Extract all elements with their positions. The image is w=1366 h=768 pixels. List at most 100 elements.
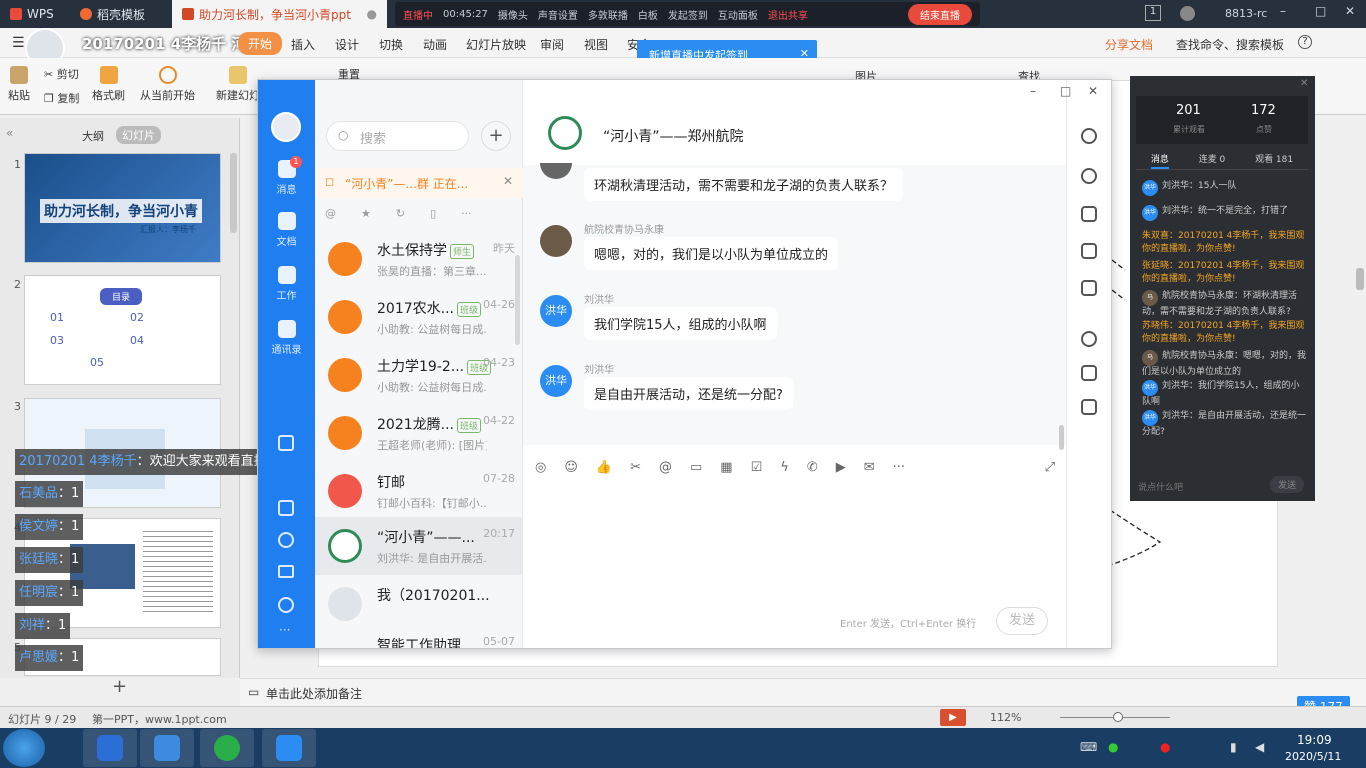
thumbs-up-icon[interactable]: 👍	[596, 460, 612, 475]
volume-icon[interactable]: ◀	[1255, 740, 1264, 754]
tab-slides[interactable]: 幻灯片	[116, 126, 161, 144]
canvas-scrollbar[interactable]	[1356, 268, 1364, 290]
folder-icon[interactable]: ▭	[690, 460, 702, 475]
close-icon[interactable]: ✕	[1300, 78, 1308, 89]
cut-button[interactable]: ✂ 剪切	[44, 66, 79, 82]
lightning-icon[interactable]	[278, 500, 294, 516]
gif-icon[interactable]: ◎	[535, 460, 546, 475]
live-item-signin[interactable]: 发起签到	[668, 7, 708, 22]
list-item[interactable]: 智能工作助理 05-07	[315, 633, 523, 648]
tab-outline[interactable]: 大纲	[82, 128, 104, 144]
keyboard-icon[interactable]: ⌨	[1080, 740, 1097, 754]
list-item[interactable]: 钉邮 钉邮小百科:【钉邮小... 07-28	[315, 462, 523, 520]
nav-contacts[interactable]: 通讯录	[258, 320, 315, 356]
list-item[interactable]: 水土保持学 师生 张昊的直播：第三章... 昨天	[315, 230, 523, 288]
start-button[interactable]	[3, 729, 45, 767]
mail-icon[interactable]	[278, 565, 294, 578]
live-item-multi[interactable]: 多敦联播	[588, 7, 628, 22]
tab-wps[interactable]: WPS	[0, 0, 70, 28]
history-icon[interactable]	[1081, 168, 1097, 184]
message-input[interactable]	[523, 485, 1066, 605]
live-icon[interactable]	[1081, 280, 1097, 296]
notebook-icon[interactable]	[1081, 365, 1097, 381]
video-icon[interactable]: ▶	[836, 460, 846, 475]
announcement-icon[interactable]	[1081, 243, 1097, 259]
live-item-camera[interactable]: 摄像头	[498, 7, 528, 22]
copy-button[interactable]: ❐ 复制	[44, 90, 79, 106]
chat-scrollbar[interactable]	[1059, 425, 1064, 450]
menu-design[interactable]: 设计	[335, 36, 359, 53]
wechat-tray-icon[interactable]: ●	[1108, 740, 1118, 754]
doc-icon[interactable]: ▯	[430, 207, 436, 220]
taskbar-dingtalk[interactable]	[262, 729, 316, 767]
slide-thumbnail-2[interactable]: 目录 01 02 03 04 05	[24, 275, 221, 385]
play-button[interactable]: ▶	[940, 709, 966, 726]
tab-messages[interactable]: 消息	[1150, 148, 1169, 169]
close-icon[interactable]: ✕	[1088, 84, 1098, 98]
minimize-icon[interactable]: –	[1030, 84, 1036, 98]
menu-view[interactable]: 视图	[584, 36, 608, 53]
mail-icon[interactable]: ✉	[864, 460, 875, 475]
list-item[interactable]: 土力学19-2... 班级 小助教: 公益树每日成... 04-23	[315, 346, 523, 404]
menu-slideshow[interactable]: 幻灯片放映	[466, 36, 526, 53]
tab-mic[interactable]: 连麦 0	[1199, 148, 1226, 169]
live-item-sound[interactable]: 声音设置	[538, 7, 578, 22]
avatar[interactable]	[1180, 6, 1195, 21]
menu-animation[interactable]: 动画	[423, 36, 447, 53]
folder-icon[interactable]	[1081, 206, 1097, 222]
group-manage-icon[interactable]	[1081, 331, 1097, 347]
search-input[interactable]: ○ 搜索	[326, 121, 469, 151]
pinned-live-banner[interactable]: ◻ “河小青”—...群 正在... ✕	[315, 168, 523, 198]
tab-start[interactable]: 开始	[238, 32, 283, 55]
menu-transition[interactable]: 切换	[379, 36, 403, 53]
emoji-icon[interactable]: ☺	[564, 460, 578, 475]
live-item-exit-share[interactable]: 退出共享	[768, 7, 808, 22]
format-painter-button[interactable]: 格式刷	[92, 66, 125, 103]
scissors-icon[interactable]: ✂	[630, 460, 641, 475]
collapse-icon[interactable]: «	[6, 126, 13, 140]
phone-icon[interactable]	[278, 532, 294, 548]
close-window-icon[interactable]: ✕	[1345, 4, 1355, 18]
more-icon[interactable]: ···	[893, 460, 905, 475]
lightning-icon[interactable]: ϟ	[780, 460, 789, 475]
more-icon[interactable]: ···	[461, 207, 472, 220]
list-item-selected[interactable]: “河小青”——... 刘洪华: 是自由开展活... 20:17	[315, 517, 523, 575]
minimize-icon[interactable]: –	[1280, 4, 1286, 18]
taskbar-wechat[interactable]	[200, 729, 254, 767]
live-item-interact[interactable]: 互动面板	[718, 7, 758, 22]
taskbar-phone[interactable]	[140, 729, 194, 767]
refresh-icon[interactable]: ↻	[396, 207, 405, 220]
live-item-whiteboard[interactable]: 白板	[638, 7, 658, 22]
window-count-icon[interactable]: 1	[1145, 5, 1161, 21]
list-item[interactable]: 2021龙腾... 班级 王超老师(老师): [图片] 04-22	[315, 404, 523, 462]
tab-daoke[interactable]: 稻壳模板	[70, 0, 170, 28]
list-scrollbar[interactable]	[515, 255, 520, 345]
tab-document[interactable]: 助力河长制，争当河小青ppt ●	[172, 0, 387, 28]
end-live-button[interactable]: 结束直播	[908, 3, 972, 25]
calendar-icon[interactable]: ▦	[720, 460, 732, 475]
thumbnail-scrollbar[interactable]	[230, 153, 237, 233]
share-doc-button[interactable]: 分享文档	[1105, 36, 1153, 53]
checkbox-icon[interactable]: ☑	[751, 460, 763, 475]
hamburger-icon[interactable]: ☰	[12, 35, 25, 51]
more-icon[interactable]: ···	[279, 623, 290, 637]
nav-work[interactable]: 工作	[258, 266, 315, 302]
list-item[interactable]: 我（20170201...	[315, 575, 523, 633]
play-from-current-button[interactable]: 从当前开始	[140, 66, 195, 103]
paste-button[interactable]: 粘贴	[8, 66, 30, 103]
calendar-icon[interactable]	[278, 435, 294, 451]
add-slide-button[interactable]: +	[112, 676, 127, 697]
close-icon[interactable]: ✕	[503, 174, 513, 188]
app-add-icon[interactable]	[1081, 399, 1097, 415]
zoom-slider-handle[interactable]	[1113, 712, 1123, 722]
more-options-icon[interactable]	[1081, 128, 1097, 144]
send-button[interactable]: 发送	[996, 607, 1048, 635]
star-icon[interactable]: ★	[361, 207, 371, 220]
live-comment-input[interactable]: 说点什么吧	[1138, 480, 1183, 493]
nav-documents[interactable]: 文档	[258, 212, 315, 248]
qq-tray-icon[interactable]: ●	[1160, 740, 1170, 754]
my-avatar[interactable]	[271, 112, 301, 142]
expand-icon[interactable]: ⤢	[1045, 460, 1055, 475]
at-icon[interactable]: @	[659, 460, 672, 475]
group-icon[interactable]	[278, 597, 294, 613]
